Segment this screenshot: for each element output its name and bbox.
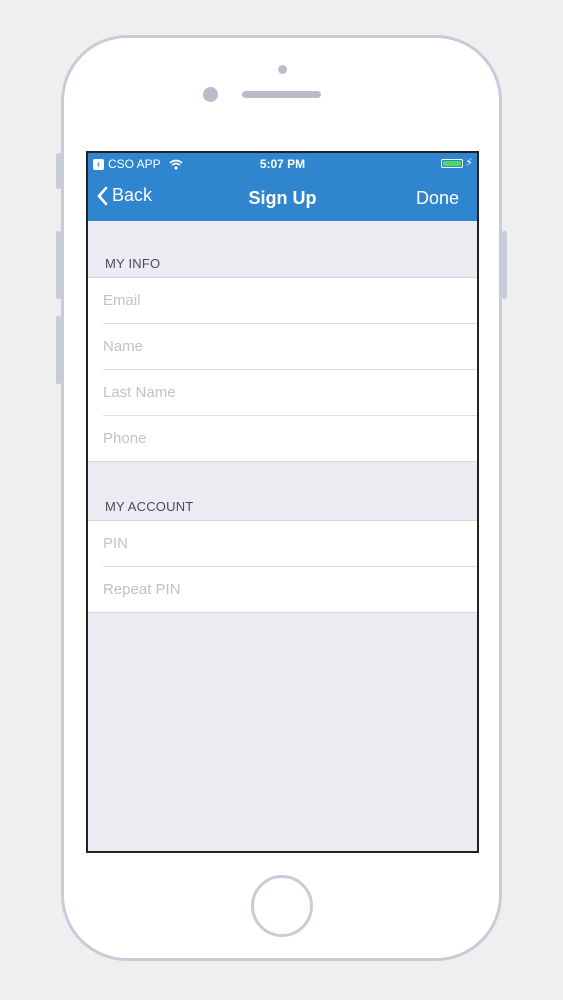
battery-icon — [441, 159, 463, 168]
section-header-my-account: MY ACCOUNT — [105, 499, 194, 514]
navigation-bar: Back Sign Up Done — [88, 175, 477, 221]
app-screen: ‹ CSO APP 5:07 PM ⚡︎ Back Sign Up Done M… — [86, 151, 479, 853]
my-info-group — [88, 277, 477, 462]
battery-level — [443, 161, 461, 166]
section-header-my-info: MY INFO — [105, 256, 161, 271]
last-name-field[interactable] — [103, 384, 477, 401]
pin-field-row — [103, 521, 477, 567]
home-button[interactable] — [251, 875, 313, 937]
earpiece-speaker — [242, 91, 321, 98]
mute-switch — [56, 153, 61, 189]
repeat-pin-field[interactable] — [103, 581, 477, 598]
volume-down-button — [56, 316, 61, 384]
email-field[interactable] — [103, 292, 477, 309]
status-time: 5:07 PM — [259, 157, 306, 171]
name-field-row — [103, 324, 477, 370]
phone-field[interactable] — [103, 430, 477, 447]
last-name-field-row — [103, 370, 477, 416]
volume-up-button — [56, 231, 61, 299]
my-account-group — [88, 520, 477, 613]
front-camera — [203, 87, 218, 102]
email-field-row — [103, 278, 477, 324]
proximity-sensor — [278, 65, 287, 74]
done-button[interactable]: Done — [416, 188, 459, 209]
power-button — [502, 231, 507, 299]
charging-bolt-icon: ⚡︎ — [465, 157, 473, 169]
status-bar: ‹ CSO APP 5:07 PM ⚡︎ — [88, 153, 477, 175]
repeat-pin-field-row — [103, 567, 477, 612]
pin-field[interactable] — [103, 535, 477, 552]
phone-field-row — [103, 416, 477, 461]
name-field[interactable] — [103, 338, 477, 355]
